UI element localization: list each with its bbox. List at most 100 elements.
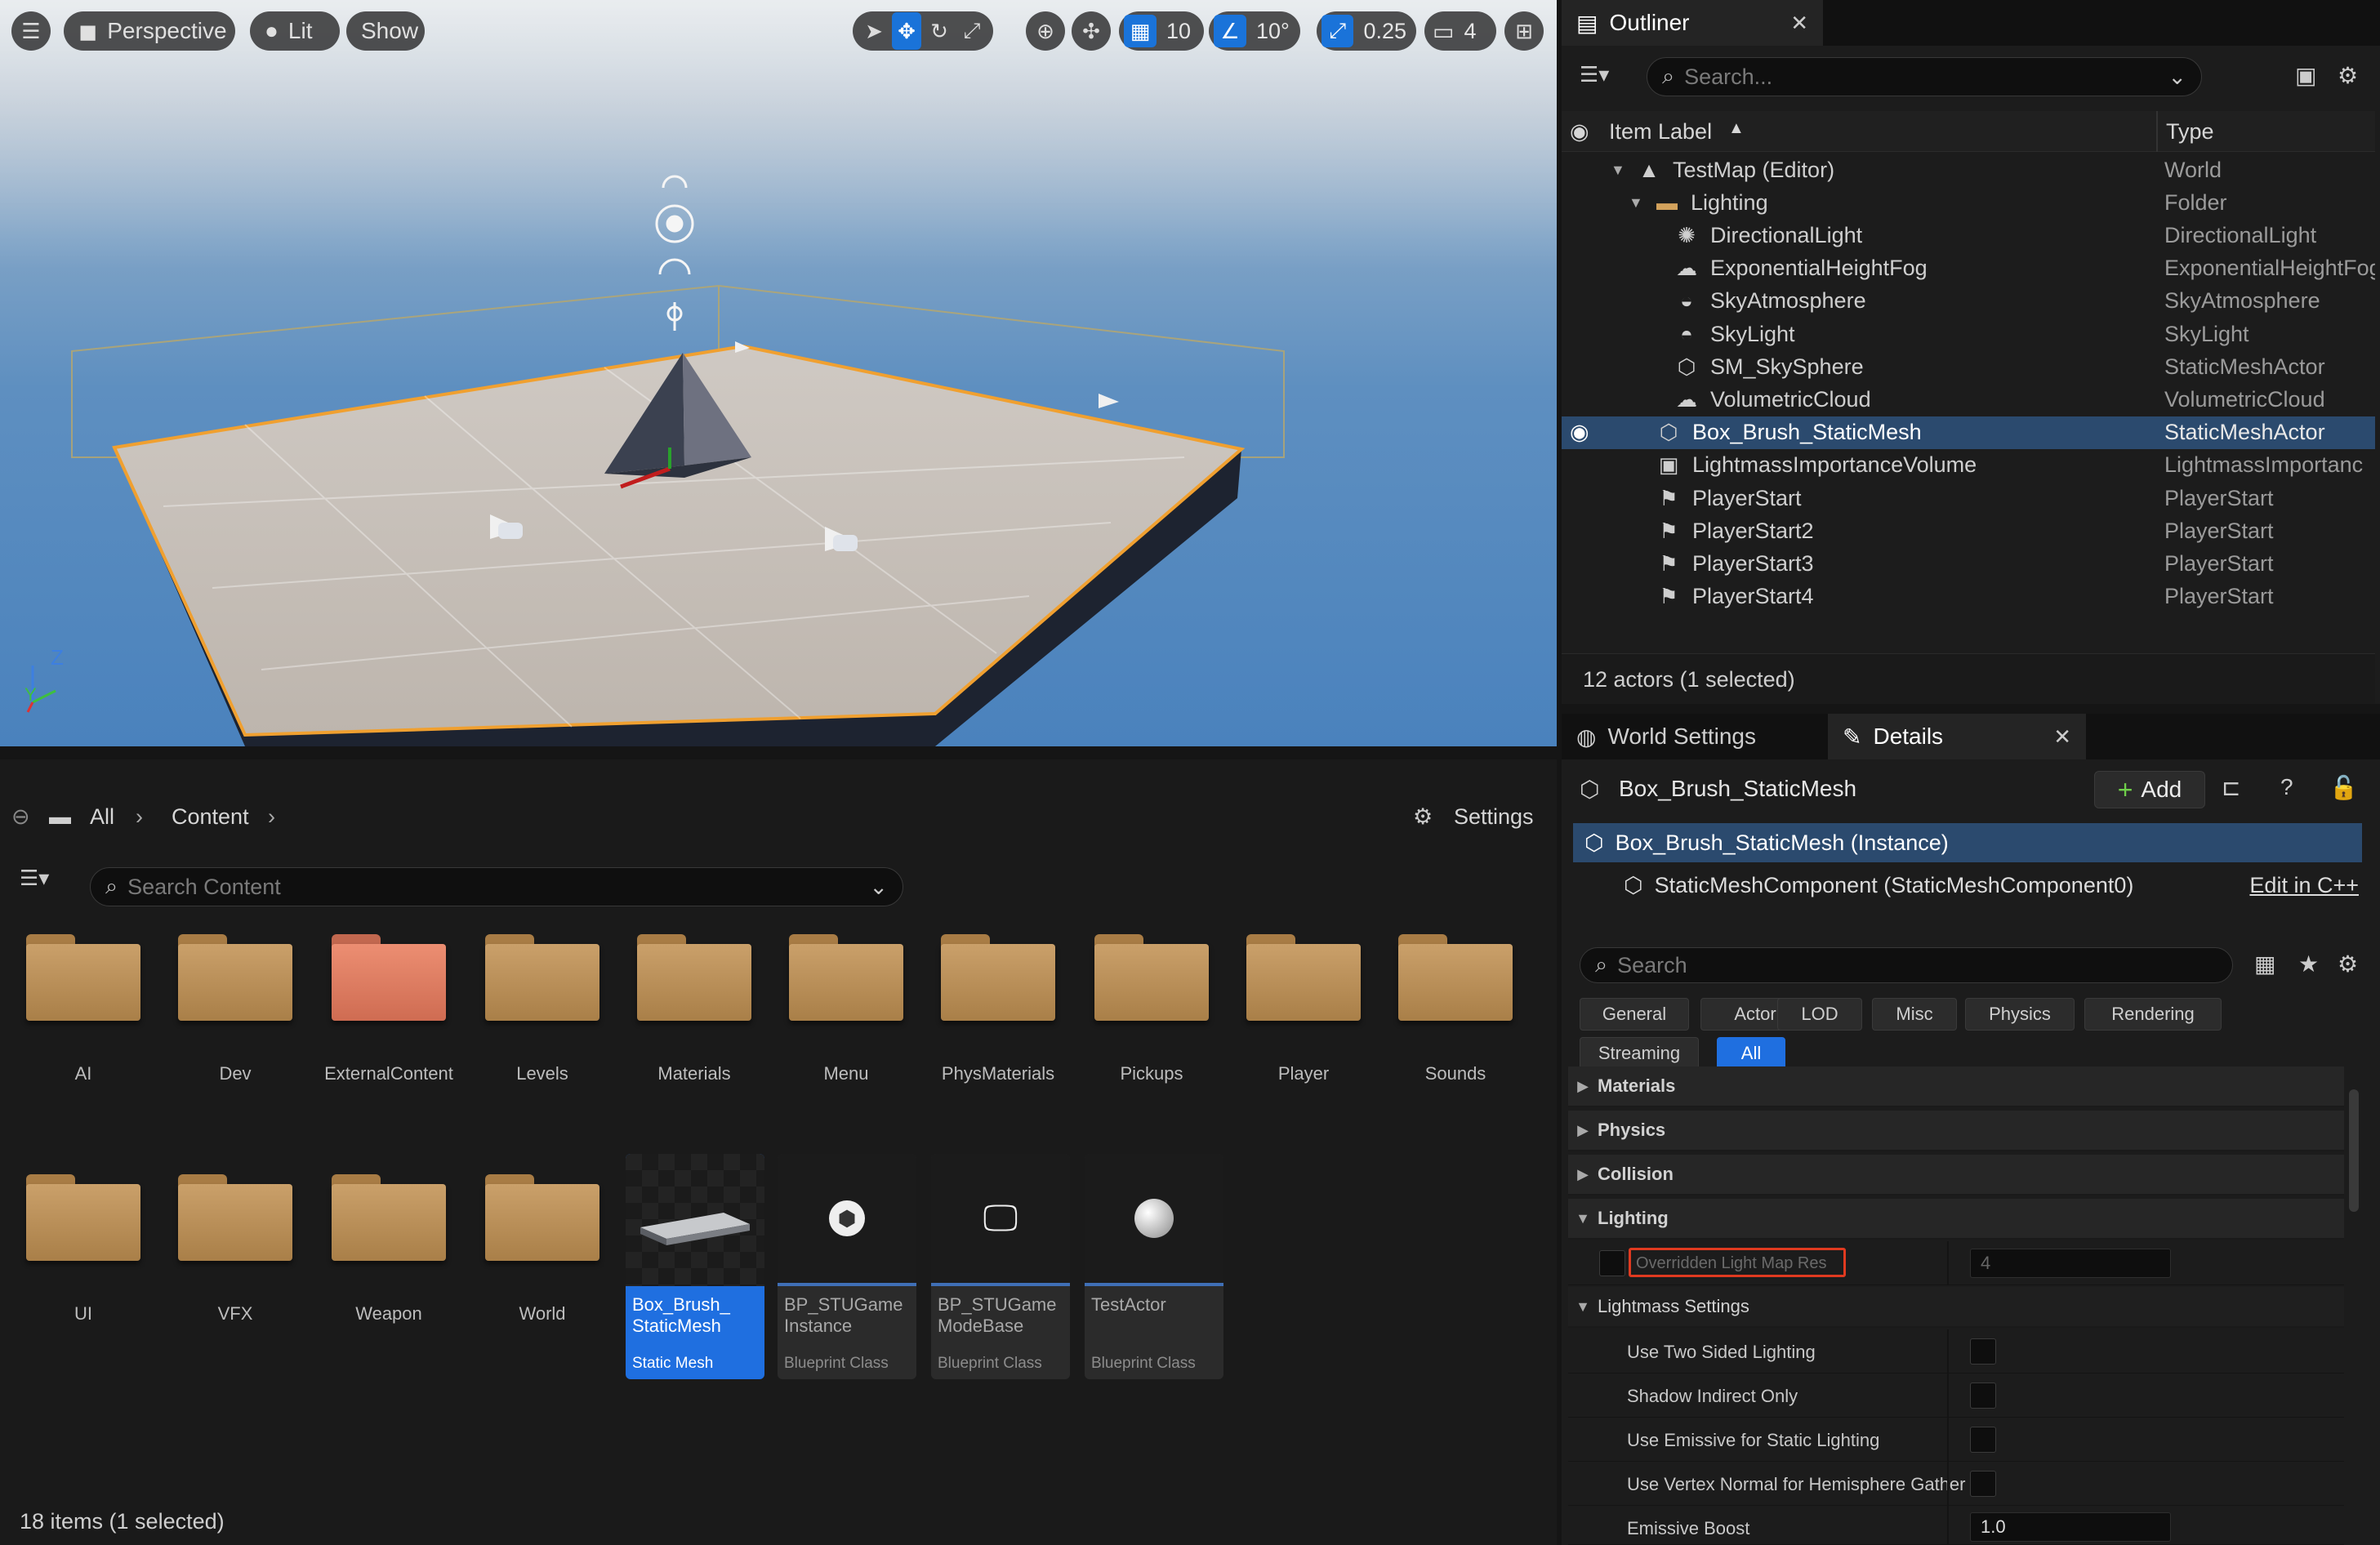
star-icon[interactable]: ★: [2298, 951, 2319, 977]
chevron-right-icon[interactable]: ›: [268, 804, 275, 830]
column-divider[interactable]: [1947, 1329, 1949, 1374]
tab-details[interactable]: ✎ Details ✕: [1828, 714, 2086, 759]
lit-mode-button[interactable]: ● Lit: [250, 11, 340, 51]
folder-label[interactable]: Pickups: [1076, 1063, 1228, 1084]
component-instance-row[interactable]: ⬡ Box_Brush_StaticMesh (Instance): [1573, 823, 2362, 862]
filter-icon[interactable]: ☰▾: [20, 866, 49, 891]
settings-button[interactable]: Settings: [1454, 804, 1534, 830]
chevron-right-icon[interactable]: ›: [136, 804, 143, 830]
column-divider[interactable]: [1947, 1374, 1949, 1418]
outliner-row[interactable]: ⚑ PlayerStart2 PlayerStart: [1562, 514, 2375, 547]
outliner-row[interactable]: ⚑ PlayerStart3 PlayerStart: [1562, 547, 2375, 580]
details-scrollbar[interactable]: [2349, 1089, 2359, 1212]
folder-world-icon[interactable]: [485, 1174, 599, 1261]
folder-dev-icon[interactable]: [178, 934, 292, 1021]
category-materials[interactable]: ▶ Materials: [1568, 1066, 2344, 1107]
folder-root-icon[interactable]: ▬: [49, 804, 71, 830]
breadcrumb-all[interactable]: All: [90, 804, 114, 830]
scale-snap-value[interactable]: 0.25: [1358, 19, 1411, 44]
folder-label[interactable]: World: [466, 1303, 618, 1325]
category-lightmass-settings[interactable]: ▼ Lightmass Settings: [1568, 1287, 2344, 1328]
filter-misc[interactable]: Misc: [1872, 998, 1957, 1031]
outliner-row[interactable]: ⚑ PlayerStart PlayerStart: [1562, 482, 2375, 514]
vertex-normal-checkbox[interactable]: [1970, 1471, 1996, 1497]
folder-vfx-icon[interactable]: [178, 1174, 292, 1261]
folder-label[interactable]: Dev: [159, 1063, 311, 1084]
asset-bp-stugame-instance[interactable]: ⬢ BP_STUGame Instance Blueprint Class: [778, 1154, 916, 1379]
add-component-button[interactable]: + Add: [2094, 771, 2205, 808]
folder-sounds-icon[interactable]: [1398, 934, 1513, 1021]
chevron-down-icon[interactable]: ▼: [1611, 162, 1625, 179]
gear-icon[interactable]: ⚙: [1413, 804, 1433, 830]
folder-externalcontent-icon[interactable]: [332, 934, 446, 1021]
folder-label[interactable]: Levels: [466, 1063, 618, 1084]
category-lighting[interactable]: ▼ Lighting: [1568, 1199, 2344, 1240]
filter-streaming[interactable]: Streaming: [1580, 1037, 1699, 1070]
help-icon[interactable]: ?: [2280, 774, 2293, 800]
scene-render[interactable]: Z Y: [0, 0, 1557, 746]
column-divider[interactable]: [2156, 111, 2158, 152]
folder-weapon-icon[interactable]: [332, 1174, 446, 1261]
folder-menu-icon[interactable]: [789, 934, 903, 1021]
outliner-row[interactable]: ✺ DirectionalLight DirectionalLight: [1562, 219, 2375, 252]
tab-world-settings[interactable]: ◍ World Settings: [1562, 714, 1820, 759]
column-type[interactable]: Type: [2166, 119, 2214, 145]
folder-materials-icon[interactable]: [637, 934, 751, 1021]
column-item-label[interactable]: Item Label: [1609, 119, 1712, 145]
scale-tool-icon[interactable]: ⤢: [957, 12, 987, 50]
static-mesh-component-row[interactable]: ⬡ StaticMeshComponent (StaticMeshCompone…: [1573, 866, 2362, 905]
rotation-snap-icon[interactable]: ∠: [1214, 15, 1246, 47]
emissive-static-checkbox[interactable]: [1970, 1427, 1996, 1453]
history-icon[interactable]: ⊖: [11, 804, 30, 830]
two-sided-checkbox[interactable]: [1970, 1338, 1996, 1365]
outliner-row[interactable]: ▼ ▲ TestMap (Editor) World: [1562, 154, 2375, 186]
folder-label[interactable]: Materials: [618, 1063, 770, 1084]
category-physics[interactable]: ▶ Physics: [1568, 1111, 2344, 1151]
close-icon[interactable]: ✕: [2053, 724, 2071, 750]
folder-player-icon[interactable]: [1246, 934, 1361, 1021]
eye-icon[interactable]: ◉: [1570, 420, 1589, 445]
emissive-boost-value[interactable]: 1.0: [1970, 1512, 2171, 1542]
outliner-row[interactable]: ☁ ExponentialHeightFog ExponentialHeightFo…: [1562, 252, 2375, 285]
add-folder-icon[interactable]: ▣: [2295, 62, 2316, 89]
select-tool-icon[interactable]: ➤: [859, 12, 889, 50]
folder-label[interactable]: AI: [7, 1063, 159, 1084]
blueprint-icon[interactable]: ⊏: [2222, 774, 2240, 801]
outliner-search-input[interactable]: ⌕ Search... ⌄: [1647, 57, 2202, 96]
filter-rendering[interactable]: Rendering: [2084, 998, 2222, 1031]
folder-label[interactable]: ExternalContent: [313, 1063, 465, 1084]
content-search-input[interactable]: ⌕ Search Content ⌄: [90, 867, 903, 906]
actor-name-field[interactable]: Box_Brush_StaticMesh: [1619, 776, 1856, 802]
lock-icon[interactable]: 🔓: [2329, 774, 2358, 801]
folder-label[interactable]: UI: [7, 1303, 159, 1325]
table-view-icon[interactable]: ▦: [2254, 951, 2275, 977]
chevron-down-icon[interactable]: ▼: [1629, 194, 1643, 211]
outliner-row[interactable]: ⬡ SM_SkySphere StaticMeshActor: [1562, 350, 2375, 383]
folder-ai-icon[interactable]: [26, 934, 140, 1021]
column-divider[interactable]: [1947, 1506, 1949, 1545]
outliner-row[interactable]: ☁ VolumetricCloud VolumetricCloud: [1562, 383, 2375, 416]
shadow-indirect-checkbox[interactable]: [1970, 1382, 1996, 1409]
tab-outliner[interactable]: ▤ Outliner ✕: [1562, 0, 1823, 46]
asset-bp-stugame-modebase[interactable]: 🖵 BP_STUGame ModeBase Blueprint Class: [931, 1154, 1070, 1379]
outliner-row[interactable]: ◉ ⬡ Box_Brush_StaticMesh StaticMeshActor: [1562, 416, 2375, 449]
override-checkbox[interactable]: [1599, 1250, 1625, 1276]
scale-snap-control[interactable]: ⤢ 0.25: [1317, 11, 1416, 51]
outliner-row[interactable]: ◓ SkyLight SkyLight: [1562, 318, 2375, 350]
breadcrumb-content[interactable]: Content: [172, 804, 249, 830]
level-viewport[interactable]: Z Y ☰ ◼ Perspective ● Lit Show ➤ ✥ ↻ ⤢ ⊕…: [0, 0, 1557, 746]
grid-snap-control[interactable]: ▦ 10: [1119, 11, 1204, 51]
folder-label[interactable]: Sounds: [1379, 1063, 1531, 1084]
world-local-icon[interactable]: ⊕: [1026, 11, 1065, 51]
folder-label[interactable]: VFX: [159, 1303, 311, 1325]
outliner-row[interactable]: ▼ ▬ Lighting Folder: [1562, 186, 2375, 219]
sort-ascending-icon[interactable]: ▲: [1728, 119, 1745, 138]
surface-snap-icon[interactable]: ✣: [1072, 11, 1111, 51]
filter-general[interactable]: General: [1580, 998, 1689, 1031]
scale-snap-icon[interactable]: ⤢: [1321, 15, 1354, 47]
camera-speed-value[interactable]: 4: [1459, 19, 1481, 44]
outliner-row[interactable]: ▣ LightmassImportanceVolume LightmassImpor…: [1562, 449, 2375, 482]
viewport-menu-button[interactable]: ☰: [11, 11, 51, 51]
outliner-row[interactable]: ◒ SkyAtmosphere SkyAtmosphere: [1562, 285, 2375, 318]
filter-physics[interactable]: Physics: [1965, 998, 2075, 1031]
